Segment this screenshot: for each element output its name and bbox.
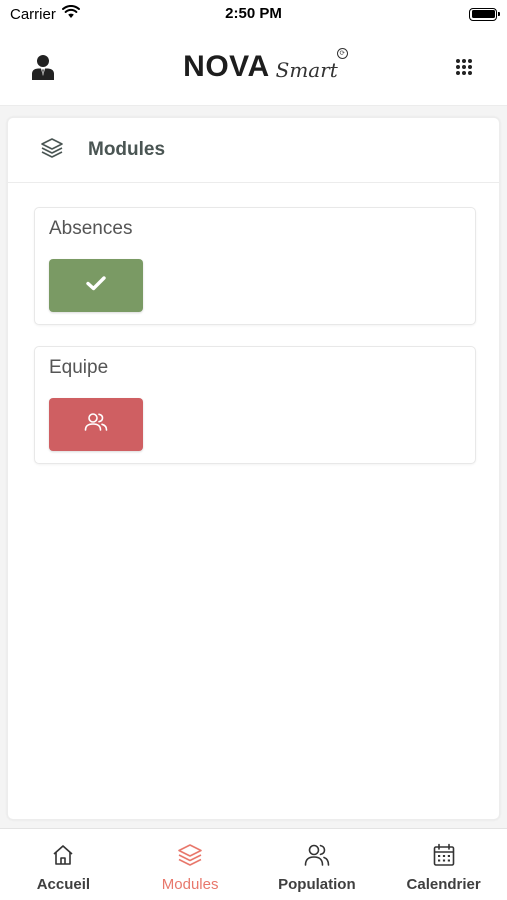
users-icon xyxy=(304,843,330,872)
absences-button[interactable] xyxy=(49,259,143,312)
layers-icon xyxy=(40,137,64,164)
nav-item-accueil[interactable]: Accueil xyxy=(0,829,127,900)
nav-label: Population xyxy=(278,876,356,893)
users-icon xyxy=(84,412,108,437)
app-header: NOVA Smart ⟳ xyxy=(0,28,507,106)
nav-label: Calendrier xyxy=(406,876,481,893)
layers-icon xyxy=(177,843,203,872)
calendar-icon xyxy=(432,843,456,872)
nav-label: Accueil xyxy=(36,876,91,893)
logo-main: NOVA xyxy=(183,49,270,83)
logo-sub: Smart ⟳ xyxy=(276,47,348,82)
status-left: Carrier xyxy=(10,5,80,23)
module-card-equipe: Equipe xyxy=(34,346,476,464)
nav-item-modules[interactable]: Modules xyxy=(127,829,254,900)
bottom-nav: Accueil Modules Population Calendrier xyxy=(0,828,507,900)
equipe-button[interactable] xyxy=(49,398,143,451)
app-logo: NOVA Smart ⟳ xyxy=(183,47,348,84)
status-bar: Carrier 2:50 PM xyxy=(0,0,507,28)
nav-item-population[interactable]: Population xyxy=(254,829,381,900)
module-card-absences: Absences xyxy=(34,207,476,325)
user-icon[interactable] xyxy=(30,54,56,80)
carrier-label: Carrier xyxy=(10,5,56,23)
module-label: Equipe xyxy=(49,357,109,378)
home-icon xyxy=(51,843,75,872)
module-label: Absences xyxy=(49,218,133,239)
modules-card: Modules Absences Equipe xyxy=(7,117,500,820)
grid-icon[interactable] xyxy=(451,54,477,80)
battery-icon xyxy=(469,7,500,21)
page-title: Modules xyxy=(88,139,166,160)
wifi-icon xyxy=(61,5,80,23)
card-header: Modules xyxy=(8,118,499,183)
nav-item-calendrier[interactable]: Calendrier xyxy=(380,829,507,900)
nav-label: Modules xyxy=(161,876,219,893)
check-icon xyxy=(86,275,106,296)
